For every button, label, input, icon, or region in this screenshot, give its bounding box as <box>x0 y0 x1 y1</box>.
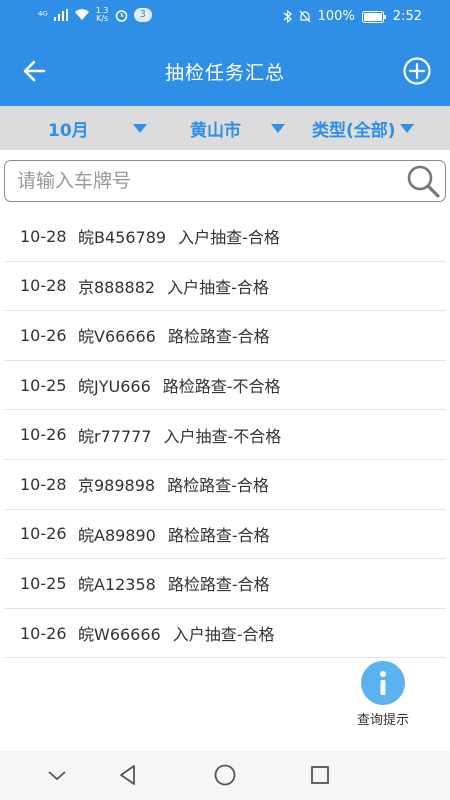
record-result: 入户抽查-不合格 <box>163 426 282 446</box>
list-item[interactable]: 10-28 京888882 入户抽查-合格 <box>4 262 446 312</box>
nav-back-button[interactable] <box>115 762 141 788</box>
record-plate: 京888882 <box>78 277 156 297</box>
record-date: 10-26 <box>20 425 67 445</box>
clock: 2:52 <box>392 9 422 24</box>
record-plate: 皖r77777 <box>78 426 152 446</box>
triangle-back-icon <box>120 765 135 785</box>
signal-4g-icon: ⁴ᴳ <box>38 8 48 22</box>
record-date: 10-26 <box>20 623 67 643</box>
cellular-signal-icon <box>53 9 68 21</box>
query-tip-button[interactable] <box>361 661 405 705</box>
status-bar: ⁴ᴳ 1.3 K/s 3 100% 2:52 <box>0 0 450 36</box>
type-dropdown-icon <box>399 123 414 133</box>
plate-search-input[interactable] <box>17 165 397 197</box>
battery-percent: 100% <box>317 9 355 24</box>
record-result: 路检路查-合格 <box>167 476 269 496</box>
battery-icon <box>361 10 386 23</box>
record-result: 入户抽查-合格 <box>167 277 269 297</box>
bluetooth-icon <box>283 10 292 23</box>
nav-recents-button[interactable] <box>307 762 333 788</box>
search-icon <box>407 165 440 198</box>
search-button[interactable] <box>405 163 441 199</box>
record-date: 10-25 <box>20 375 67 395</box>
record-result: 路检路查-不合格 <box>162 377 281 397</box>
city-dropdown-icon <box>271 123 285 133</box>
record-date: 10-28 <box>20 276 67 296</box>
network-speed: 1.3 K/s <box>96 7 109 23</box>
record-date: 10-25 <box>20 573 67 593</box>
city-filter-label: 黄山市 <box>190 120 241 141</box>
wifi-icon <box>74 9 89 20</box>
list-item[interactable]: 10-26 皖A89890 路检路查-合格 <box>4 510 446 560</box>
record-result: 入户抽查-合格 <box>172 625 275 645</box>
record-result: 路检路查-合格 <box>167 575 270 595</box>
chevron-down-icon <box>48 771 66 781</box>
record-result: 入户抽查-合格 <box>178 228 280 248</box>
search-box <box>4 160 446 202</box>
notification-badge: 3 <box>133 8 152 22</box>
month-filter-label: 10月 <box>48 120 89 141</box>
plus-circle-icon <box>403 57 431 85</box>
record-date: 10-26 <box>20 325 67 345</box>
list-item[interactable]: 10-28 皖B456789 入户抽查-合格 <box>4 212 446 262</box>
record-list: 10-28 皖B456789 入户抽查-合格 10-28 京888882 入户抽查-合格 1… <box>0 212 450 659</box>
circle-home-icon <box>214 764 236 786</box>
query-tip-label: 查询提示 <box>356 713 409 728</box>
type-filter-label: 类型(全部) <box>312 120 396 141</box>
record-date: 10-28 <box>20 474 67 494</box>
record-plate: 京989898 <box>78 476 156 496</box>
record-plate: 皖JYU666 <box>78 377 151 397</box>
network-speed-unit: K/s <box>96 14 109 23</box>
add-button[interactable] <box>402 56 432 86</box>
status-left: ⁴ᴳ 1.3 K/s 3 <box>38 7 152 23</box>
record-plate: 皖V66666 <box>78 327 156 347</box>
alarm-icon <box>115 9 127 22</box>
info-icon <box>380 671 386 695</box>
app-bar: 抽检任务汇总 <box>0 36 450 106</box>
record-plate: 皖A12358 <box>78 575 156 595</box>
record-result: 路检路查-合格 <box>167 327 270 347</box>
list-item[interactable]: 10-25 皖JYU666 路检路查-不合格 <box>4 361 446 411</box>
type-filter[interactable]: 类型(全部) <box>312 106 442 150</box>
nav-home-button[interactable] <box>212 762 238 788</box>
status-right: 100% 2:52 <box>283 9 422 24</box>
record-result: 路检路查-合格 <box>167 525 270 545</box>
mute-icon <box>299 10 311 23</box>
record-plate: 皖B456789 <box>78 228 167 248</box>
list-item[interactable]: 10-26 皖W66666 入户抽查-合格 <box>4 609 446 659</box>
month-filter[interactable]: 10月 <box>48 106 158 150</box>
month-dropdown-icon <box>132 123 147 133</box>
city-filter[interactable]: 黄山市 <box>190 106 300 150</box>
list-item[interactable]: 10-26 皖r77777 入户抽查-不合格 <box>4 410 446 460</box>
filter-bar: 10月 黄山市 类型(全部) <box>0 106 450 150</box>
system-nav-bar <box>0 750 450 800</box>
list-item[interactable]: 10-28 京989898 路检路查-合格 <box>4 460 446 510</box>
record-date: 10-28 <box>20 226 67 246</box>
record-plate: 皖W66666 <box>78 625 161 645</box>
square-recents-icon <box>311 766 329 784</box>
record-plate: 皖A89890 <box>78 525 156 545</box>
nav-collapse-button[interactable] <box>44 762 70 788</box>
list-item[interactable]: 10-26 皖V66666 路检路查-合格 <box>4 311 446 361</box>
list-item[interactable]: 10-25 皖A12358 路检路查-合格 <box>4 559 446 609</box>
page-title: 抽检任务汇总 <box>164 62 285 84</box>
record-date: 10-26 <box>20 524 67 544</box>
